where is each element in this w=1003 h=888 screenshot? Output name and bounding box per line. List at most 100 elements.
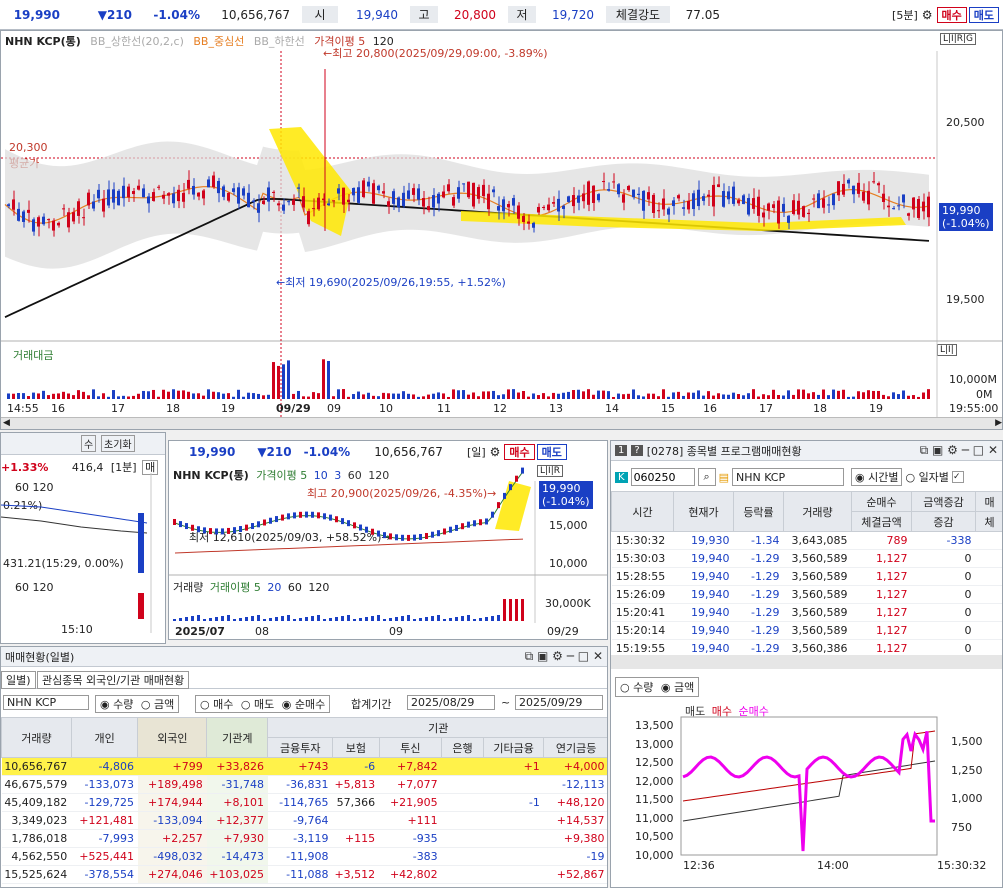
investor-cell: -383: [379, 847, 442, 866]
daily-candle: [311, 511, 314, 518]
candle-body: [607, 189, 610, 191]
investor-tab-daily[interactable]: 일별): [1, 671, 36, 689]
investor-cell: [332, 811, 380, 830]
investor-row[interactable]: 45,409,182 -129,725 +174,944 +8,101 -114,765…: [1, 793, 607, 812]
daily-candle: [347, 520, 350, 527]
investor-cell: -11,088: [267, 865, 333, 884]
daily-volume-bar: [287, 615, 290, 621]
scroll-left-icon[interactable]: ◀: [3, 418, 10, 428]
candle-body: [82, 217, 85, 219]
investor-row[interactable]: 3,349,023 +121,481 -133,094 +12,377 -9,764 +1…: [1, 811, 607, 830]
investor-cell: -1: [483, 793, 544, 812]
investor-row[interactable]: 1,786,018 -7,993 +2,257 +7,930 -3,119 +115 -93…: [1, 829, 607, 848]
buy-button[interactable]: 매수: [936, 6, 967, 23]
daily-candle: [473, 520, 476, 527]
x-axis-label: 11: [437, 402, 451, 415]
daily-volume-bar: [503, 599, 506, 621]
volume-bar: [402, 391, 405, 399]
volume-bar: [917, 396, 920, 399]
daily-candle: [221, 528, 224, 535]
investor-cell: +1: [483, 757, 544, 776]
volume-bar: [22, 393, 25, 399]
volume-bar: [772, 389, 775, 399]
inv-radio-sell[interactable]: 매도: [241, 698, 274, 711]
candle-body: [877, 183, 880, 186]
daily-volume-bar: [449, 618, 452, 621]
volume-bar: [137, 393, 140, 399]
candle-body: [72, 212, 75, 222]
candle-body: [352, 187, 355, 196]
volume-bar: [687, 392, 690, 399]
inv-radio-qty[interactable]: 수량: [100, 698, 133, 711]
inv-radio-net[interactable]: 순매수: [282, 698, 325, 711]
inv-radio-buy[interactable]: 매수: [200, 698, 233, 711]
volume-bar: [142, 390, 145, 399]
volume: 10,656,767: [221, 7, 290, 22]
volume-bar: [742, 395, 745, 399]
daily-price-chart[interactable]: [169, 441, 608, 640]
volume-bar: [57, 393, 60, 399]
investor-tab-watch[interactable]: 관심종목 외국인/기관 매매현황: [37, 671, 190, 689]
investor-cell: -935: [379, 829, 442, 848]
candle-body: [832, 193, 835, 206]
candle-body: [862, 191, 865, 201]
x-axis-label: 10: [379, 402, 393, 415]
daily-candle: [173, 518, 176, 525]
volume-bar: [302, 396, 305, 399]
inv-th-pension: 연기금등: [543, 737, 607, 758]
volume-bar: [887, 396, 890, 399]
investor-window-icons[interactable]: ⧉ ▣ ⚙ ─ □ ✕: [525, 649, 603, 664]
investor-row[interactable]: 15,525,624 -378,554 +274,046 +103,025 -11,08…: [1, 865, 607, 884]
candle-body: [312, 208, 315, 210]
mini-chart-canvas[interactable]: [1, 433, 166, 644]
scroll-right-icon[interactable]: ▶: [995, 418, 1002, 428]
daily-candle: [515, 475, 518, 482]
program-trading-chart[interactable]: [611, 441, 1003, 888]
volume-bar: [832, 389, 835, 399]
daily-volume-bar: [239, 618, 242, 621]
candle-body: [27, 209, 30, 213]
candle-body: [702, 196, 705, 201]
volume-bar: [102, 393, 105, 399]
daily-volume-bar: [353, 619, 356, 621]
candle-body: [197, 192, 200, 197]
inv-th-fin: 금융투자: [267, 737, 334, 758]
sell-button[interactable]: 매도: [968, 6, 999, 23]
volume-bar: [532, 393, 535, 399]
interval-selector[interactable]: [5분]: [892, 7, 918, 23]
chart-scrollbar[interactable]: ◀ ▶: [1, 417, 1002, 429]
candle-body: [7, 204, 10, 206]
daily-volume-bar: [485, 617, 488, 621]
volume-bar: [632, 389, 635, 399]
date-from-input[interactable]: 2025/08/29: [407, 695, 495, 710]
candle-body: [222, 186, 225, 197]
volume-bar: [67, 393, 70, 399]
investor-row[interactable]: 10,656,767 -4,806 +799 +33,826 +743 -6 +7,842 +…: [1, 757, 607, 776]
volume-bar: [607, 391, 610, 399]
volume-bar: [507, 389, 510, 399]
volume-bar: [217, 392, 220, 399]
volume-bar: [567, 391, 570, 399]
date-to-input[interactable]: 2025/09/29: [515, 695, 603, 710]
daily-candle: [395, 534, 398, 541]
high-price: 20,800: [454, 7, 496, 22]
volume-bar: [207, 389, 210, 399]
candle-body: [57, 222, 60, 226]
volume-bar: [782, 395, 785, 399]
low-label: 저: [508, 6, 536, 23]
volume-bar: [77, 390, 80, 399]
candle-body: [892, 208, 895, 210]
gear-icon[interactable]: ⚙: [922, 8, 933, 22]
candle-body: [587, 181, 590, 205]
inv-th-institution: 기관계: [206, 717, 269, 758]
volume-bar: [317, 393, 320, 399]
candle-body: [257, 203, 260, 213]
investor-row[interactable]: 4,562,550 +525,441 -498,032 -14,473 -11,908 -…: [1, 847, 607, 866]
volume-bar: [637, 395, 640, 399]
volume-bar: [147, 391, 150, 399]
main-price-chart[interactable]: 14:55 16 17 18 19 09/29 09 10 11 12 13 14 15 16 17 18 19…: [1, 31, 1003, 430]
investor-row[interactable]: 46,675,579 -133,073 +189,498 -31,748 -36,831…: [1, 775, 607, 794]
volume-bar: [492, 390, 495, 399]
investor-cell: [483, 775, 544, 794]
inv-radio-amt[interactable]: 금액: [141, 698, 174, 711]
